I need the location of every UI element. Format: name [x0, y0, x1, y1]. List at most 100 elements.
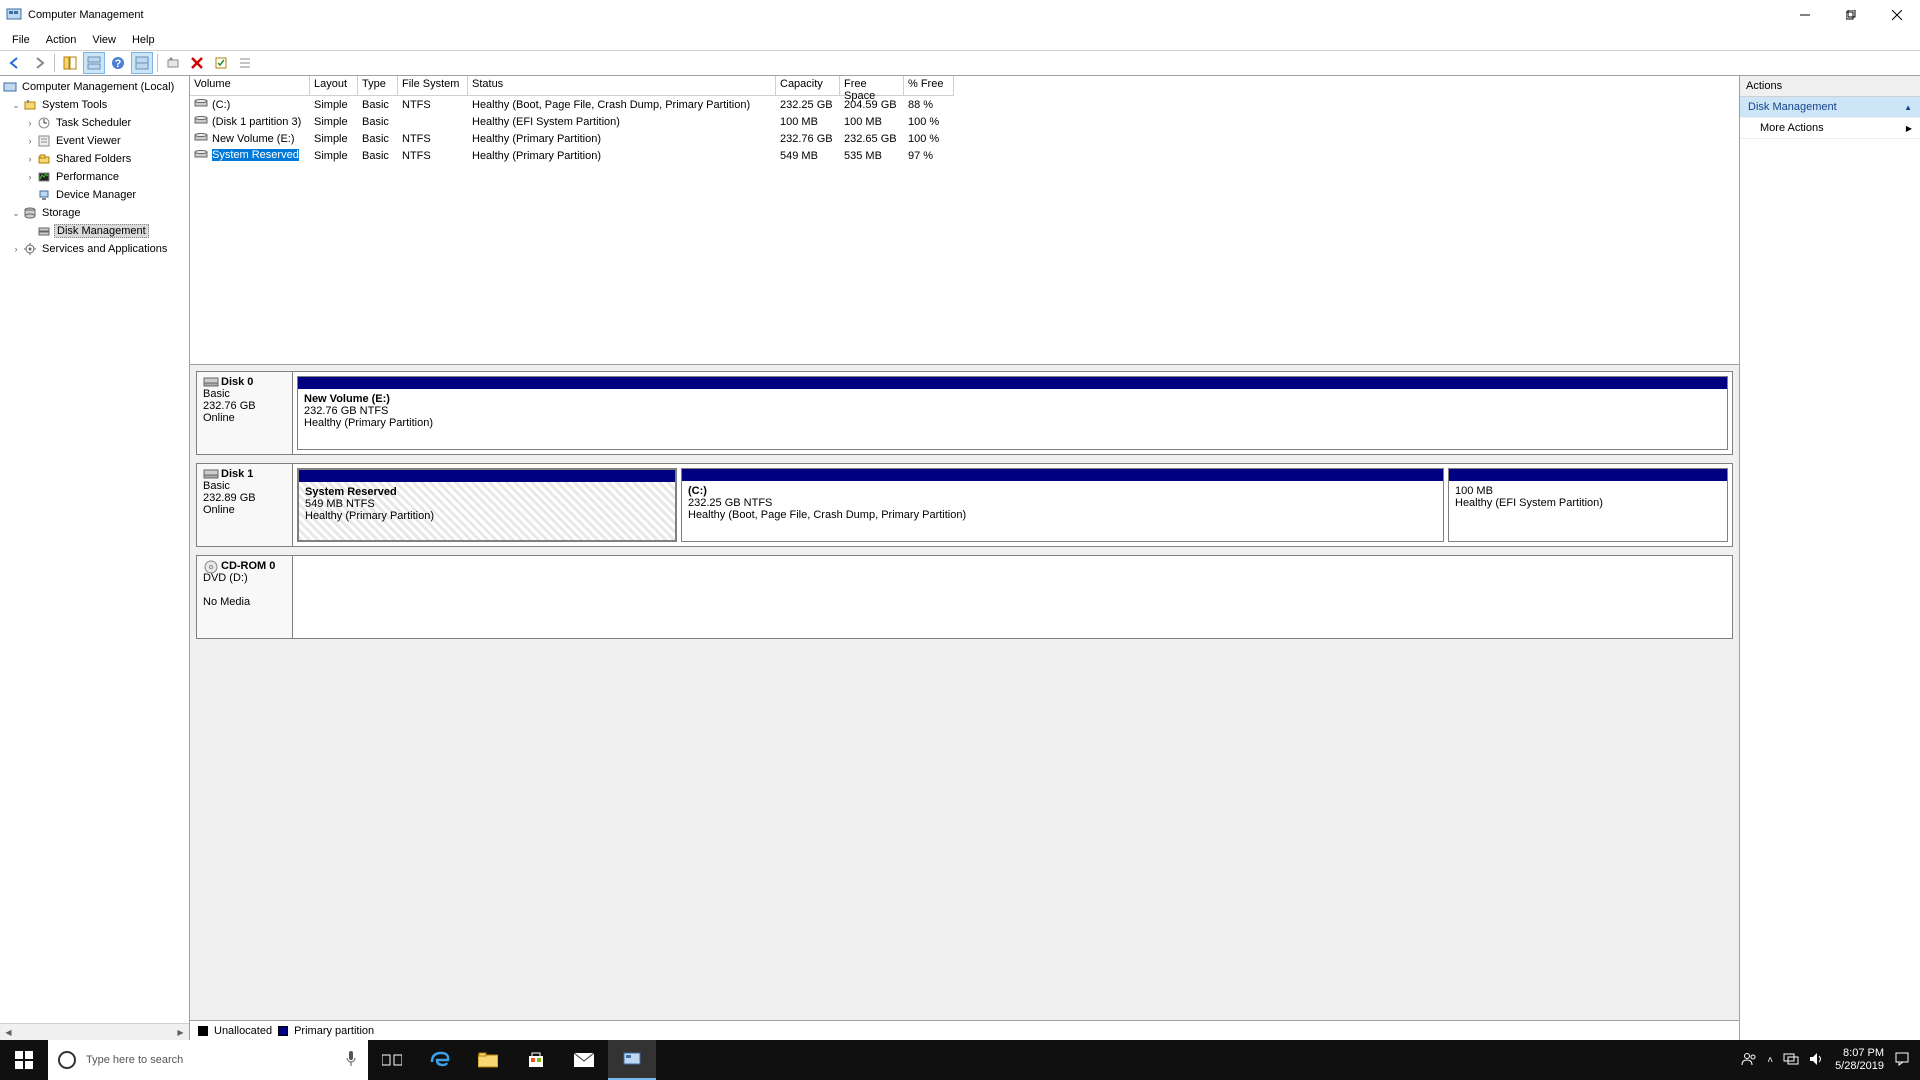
- drive-icon: [194, 149, 210, 163]
- partition[interactable]: 100 MBHealthy (EFI System Partition): [1448, 468, 1728, 542]
- volume-row[interactable]: New Volume (E:)SimpleBasicNTFSHealthy (P…: [190, 130, 1739, 147]
- volume-header: Volume Layout Type File System Status Ca…: [190, 76, 1739, 96]
- svg-text:?: ?: [115, 58, 122, 70]
- col-filesystem[interactable]: File System: [398, 76, 468, 96]
- col-layout[interactable]: Layout: [310, 76, 358, 96]
- tree-system-tools[interactable]: ⌄ System Tools: [0, 96, 189, 114]
- tree-services-apps[interactable]: › Services and Applications: [0, 240, 189, 258]
- volume-list[interactable]: Volume Layout Type File System Status Ca…: [190, 76, 1739, 365]
- col-status[interactable]: Status: [468, 76, 776, 96]
- legend-primary: Primary partition: [294, 1025, 374, 1037]
- expand-icon[interactable]: ›: [10, 244, 22, 254]
- network-icon[interactable]: [1783, 1052, 1799, 1069]
- forward-button[interactable]: [28, 52, 50, 74]
- menu-action[interactable]: Action: [38, 32, 85, 48]
- notifications-icon[interactable]: [1894, 1051, 1910, 1070]
- mail-icon[interactable]: [560, 1040, 608, 1080]
- swatch-primary: [278, 1026, 288, 1036]
- collapse-icon: ▲: [1904, 103, 1912, 112]
- tree-task-scheduler[interactable]: › Task Scheduler: [0, 114, 189, 132]
- legend-unallocated: Unallocated: [214, 1025, 272, 1037]
- window-title: Computer Management: [28, 9, 144, 21]
- disk-label: Disk 1Basic232.89 GBOnline: [197, 464, 293, 546]
- menu-bar: File Action View Help: [0, 30, 1920, 50]
- task-view-button[interactable]: [368, 1040, 416, 1080]
- collapse-icon[interactable]: ⌄: [10, 208, 22, 219]
- actions-pane: Actions Disk Management ▲ More Actions ▶: [1740, 76, 1920, 1040]
- disk-row[interactable]: Disk 0Basic232.76 GBOnlineNew Volume (E:…: [196, 371, 1733, 455]
- people-icon[interactable]: [1741, 1051, 1757, 1070]
- volume-row[interactable]: System ReservedSimpleBasicNTFSHealthy (P…: [190, 147, 1739, 164]
- scroll-left-icon[interactable]: ◀: [0, 1024, 17, 1041]
- partition[interactable]: (C:)232.25 GB NTFSHealthy (Boot, Page Fi…: [681, 468, 1444, 542]
- col-free[interactable]: Free Space: [840, 76, 904, 96]
- partition-stripe: [298, 377, 1727, 389]
- partition[interactable]: System Reserved549 MB NTFSHealthy (Prima…: [297, 468, 677, 542]
- expand-icon[interactable]: ›: [24, 172, 36, 182]
- store-icon[interactable]: [512, 1040, 560, 1080]
- taskbar[interactable]: Type here to search ˄ 8:07 PM 5/28/2019: [0, 1040, 1920, 1080]
- volume-row[interactable]: (C:)SimpleBasicNTFSHealthy (Boot, Page F…: [190, 96, 1739, 113]
- start-button[interactable]: [0, 1040, 48, 1080]
- drive-icon: [194, 132, 210, 146]
- tree-disk-management[interactable]: Disk Management: [0, 222, 189, 240]
- show-hide-tree-button[interactable]: [59, 52, 81, 74]
- disk-label: CD-ROM 0DVD (D:) No Media: [197, 556, 293, 638]
- back-button[interactable]: [4, 52, 26, 74]
- properties-button[interactable]: [210, 52, 232, 74]
- partition[interactable]: New Volume (E:)232.76 GB NTFSHealthy (Pr…: [297, 376, 1728, 450]
- computer-management-taskbar-icon[interactable]: [608, 1040, 656, 1080]
- menu-view[interactable]: View: [84, 32, 124, 48]
- disk-row[interactable]: Disk 1Basic232.89 GBOnlineSystem Reserve…: [196, 463, 1733, 547]
- file-explorer-icon[interactable]: [464, 1040, 512, 1080]
- col-type[interactable]: Type: [358, 76, 398, 96]
- tree-shared-folders[interactable]: › Shared Folders: [0, 150, 189, 168]
- expand-icon[interactable]: ›: [24, 118, 36, 128]
- menu-file[interactable]: File: [4, 32, 38, 48]
- disk-row[interactable]: CD-ROM 0DVD (D:) No Media: [196, 555, 1733, 639]
- separator: [54, 54, 55, 72]
- tree-device-manager[interactable]: Device Manager: [0, 186, 189, 204]
- actions-more[interactable]: More Actions ▶: [1740, 118, 1920, 139]
- cortana-icon: [58, 1051, 76, 1069]
- legend: Unallocated Primary partition: [190, 1020, 1739, 1040]
- col-volume[interactable]: Volume: [190, 76, 310, 96]
- list-button[interactable]: [234, 52, 256, 74]
- tree-performance[interactable]: › Performance: [0, 168, 189, 186]
- mic-icon[interactable]: [344, 1050, 358, 1071]
- search-box[interactable]: Type here to search: [48, 1040, 368, 1080]
- view-button-2[interactable]: [131, 52, 153, 74]
- col-capacity[interactable]: Capacity: [776, 76, 840, 96]
- expand-icon[interactable]: ›: [24, 154, 36, 164]
- tree-scrollbar[interactable]: ◀ ▶: [0, 1023, 189, 1040]
- col-percent[interactable]: % Free: [904, 76, 954, 96]
- collapse-icon[interactable]: ⌄: [10, 100, 22, 111]
- expand-icon[interactable]: ›: [24, 136, 36, 146]
- actions-disk-management[interactable]: Disk Management ▲: [1740, 97, 1920, 118]
- clock[interactable]: 8:07 PM 5/28/2019: [1835, 1047, 1884, 1073]
- app-icon: [6, 7, 22, 23]
- close-button[interactable]: [1874, 0, 1920, 30]
- partition-stripe: [682, 469, 1443, 481]
- delete-button[interactable]: [186, 52, 208, 74]
- disk-icon: [203, 560, 219, 572]
- minimize-button[interactable]: [1782, 0, 1828, 30]
- maximize-button[interactable]: [1828, 0, 1874, 30]
- navigation-tree[interactable]: Computer Management (Local) ⌄ System Too…: [0, 76, 190, 1040]
- view-button-1[interactable]: [83, 52, 105, 74]
- help-button[interactable]: ?: [107, 52, 129, 74]
- settings-button[interactable]: [162, 52, 184, 74]
- volume-icon[interactable]: [1809, 1052, 1825, 1069]
- disk-graphical-view[interactable]: Disk 0Basic232.76 GBOnlineNew Volume (E:…: [190, 365, 1739, 1020]
- edge-icon[interactable]: [416, 1040, 464, 1080]
- swatch-unallocated: [198, 1026, 208, 1036]
- tree-root[interactable]: Computer Management (Local): [0, 78, 189, 96]
- submenu-icon: ▶: [1906, 124, 1912, 133]
- scroll-right-icon[interactable]: ▶: [172, 1024, 189, 1041]
- toolbar: ?: [0, 50, 1920, 76]
- menu-help[interactable]: Help: [124, 32, 163, 48]
- chevron-up-icon[interactable]: ˄: [1767, 1055, 1773, 1066]
- volume-row[interactable]: (Disk 1 partition 3)SimpleBasicHealthy (…: [190, 113, 1739, 130]
- tree-storage[interactable]: ⌄ Storage: [0, 204, 189, 222]
- tree-event-viewer[interactable]: › Event Viewer: [0, 132, 189, 150]
